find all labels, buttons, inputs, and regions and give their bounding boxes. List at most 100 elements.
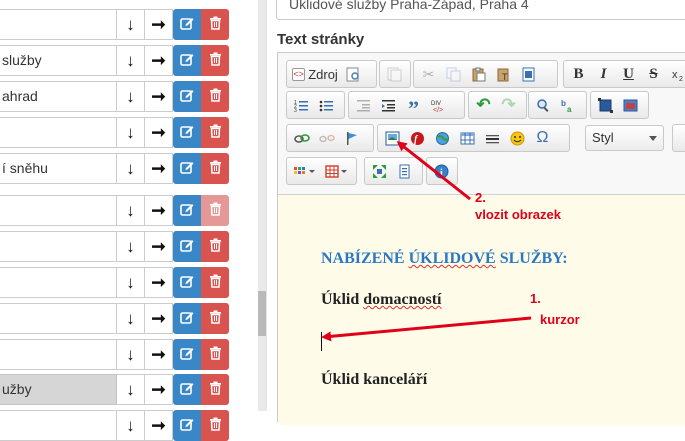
edit-button[interactable] — [173, 81, 201, 112]
list-row-label[interactable] — [0, 9, 117, 40]
underline-icon[interactable]: U — [616, 62, 641, 86]
list-row-label[interactable] — [0, 195, 117, 226]
delete-button[interactable] — [201, 339, 229, 370]
cut-icon[interactable]: ✂ — [416, 62, 441, 86]
delete-button[interactable] — [201, 117, 229, 148]
create-div-icon[interactable]: DIV </> — [426, 93, 451, 117]
subscript-icon[interactable]: x2 — [666, 62, 685, 86]
horizontal-rule-icon[interactable] — [480, 126, 505, 150]
outdent-icon[interactable] — [351, 93, 376, 117]
special-char-icon[interactable]: Ω — [530, 126, 555, 150]
move-right-button[interactable]: ➞ — [145, 195, 173, 226]
find-icon[interactable] — [531, 93, 556, 117]
move-down-button[interactable]: ↓ — [117, 117, 145, 148]
edit-button[interactable] — [173, 231, 201, 262]
move-down-button[interactable]: ↓ — [117, 231, 145, 262]
move-right-button[interactable]: ➞ — [145, 339, 173, 370]
editor-content-area[interactable]: NABÍZENÉ ÚKLIDOVÉ SLUŽBY: Úklid domacnos… — [278, 195, 685, 425]
address-input[interactable]: Úklidové služby Praha-Západ, Praha 4 — [276, 0, 685, 20]
edit-button[interactable] — [173, 339, 201, 370]
source-button[interactable]: <> Zdroj — [289, 62, 341, 86]
list-row-label[interactable] — [0, 410, 117, 441]
move-down-button[interactable]: ↓ — [117, 153, 145, 184]
move-right-button[interactable]: ➞ — [145, 410, 173, 441]
move-down-button[interactable]: ↓ — [117, 9, 145, 40]
delete-button[interactable] — [201, 153, 229, 184]
delete-button[interactable] — [201, 303, 229, 334]
list-row-label[interactable]: služby — [0, 45, 117, 76]
list-row-label[interactable]: í sněhu — [0, 153, 117, 184]
table-icon[interactable] — [455, 126, 480, 150]
move-right-button[interactable]: ➞ — [145, 45, 173, 76]
move-right-button[interactable]: ➞ — [145, 374, 173, 405]
list-row-label[interactable]: užby — [0, 374, 117, 405]
delete-button[interactable] — [201, 374, 229, 405]
move-down-button[interactable]: ↓ — [117, 303, 145, 334]
format-dropdown[interactable] — [675, 126, 685, 150]
strike-icon[interactable]: S — [641, 62, 666, 86]
edit-button[interactable] — [173, 410, 201, 441]
image-icon[interactable] — [380, 126, 405, 150]
copy-icon[interactable] — [441, 62, 466, 86]
maximize-icon[interactable] — [618, 93, 643, 117]
move-right-button[interactable]: ➞ — [145, 117, 173, 148]
move-down-button[interactable]: ↓ — [117, 410, 145, 441]
table-grid-icon[interactable] — [321, 159, 353, 183]
text-color-icon[interactable] — [289, 159, 321, 183]
anchor-icon[interactable] — [339, 126, 364, 150]
edit-button[interactable] — [173, 374, 201, 405]
redo-icon[interactable]: ↷ — [496, 93, 521, 117]
edit-button[interactable] — [173, 195, 201, 226]
about-icon[interactable]: i — [429, 159, 454, 183]
delete-button[interactable] — [201, 45, 229, 76]
smiley-icon[interactable] — [505, 126, 530, 150]
move-right-button[interactable]: ➞ — [145, 303, 173, 334]
blockquote-icon[interactable]: ” — [401, 93, 426, 121]
list-row-label[interactable]: ahrad — [0, 81, 117, 112]
move-down-button[interactable]: ↓ — [117, 267, 145, 298]
delete-button[interactable] — [201, 9, 229, 40]
numbered-list-icon[interactable]: 123 — [289, 93, 314, 117]
delete-button[interactable] — [201, 267, 229, 298]
style-dropdown[interactable]: Styl — [585, 125, 664, 151]
bulleted-list-icon[interactable] — [314, 93, 339, 117]
edit-button[interactable] — [173, 117, 201, 148]
delete-button[interactable] — [201, 231, 229, 262]
replace-icon[interactable]: ba — [556, 93, 581, 117]
move-right-button[interactable]: ➞ — [145, 231, 173, 262]
list-row-label[interactable] — [0, 339, 117, 370]
move-down-button[interactable]: ↓ — [117, 339, 145, 370]
show-blocks-icon[interactable] — [392, 159, 417, 183]
paste-word-icon[interactable] — [516, 62, 541, 86]
move-right-button[interactable]: ➞ — [145, 9, 173, 40]
list-row-label[interactable] — [0, 303, 117, 334]
select-all-icon[interactable] — [593, 93, 618, 117]
flash-icon[interactable]: f — [405, 126, 430, 150]
preview-icon[interactable] — [341, 62, 366, 86]
edit-button[interactable] — [173, 45, 201, 76]
delete-button[interactable] — [201, 410, 229, 441]
move-right-button[interactable]: ➞ — [145, 267, 173, 298]
move-down-button[interactable]: ↓ — [117, 81, 145, 112]
italic-icon[interactable]: I — [591, 62, 616, 86]
scrollbar-thumb[interactable] — [258, 291, 266, 336]
edit-button[interactable] — [173, 9, 201, 40]
fullscreen-icon[interactable] — [367, 159, 392, 183]
indent-icon[interactable] — [376, 93, 401, 117]
move-down-button[interactable]: ↓ — [117, 195, 145, 226]
list-row-label[interactable] — [0, 267, 117, 298]
move-down-button[interactable]: ↓ — [117, 374, 145, 405]
templates-icon[interactable] — [382, 62, 407, 86]
move-right-button[interactable]: ➞ — [145, 81, 173, 112]
undo-icon[interactable]: ↶ — [471, 93, 496, 117]
scrollbar-track[interactable] — [258, 0, 266, 411]
paste-icon[interactable] — [466, 62, 491, 86]
delete-button[interactable] — [201, 195, 229, 226]
edit-button[interactable] — [173, 153, 201, 184]
move-right-button[interactable]: ➞ — [145, 153, 173, 184]
delete-button[interactable] — [201, 81, 229, 112]
link-icon[interactable] — [289, 126, 314, 150]
iframe-icon[interactable] — [430, 126, 455, 150]
bold-icon[interactable]: B — [566, 62, 591, 86]
paste-text-icon[interactable]: T — [491, 62, 516, 86]
